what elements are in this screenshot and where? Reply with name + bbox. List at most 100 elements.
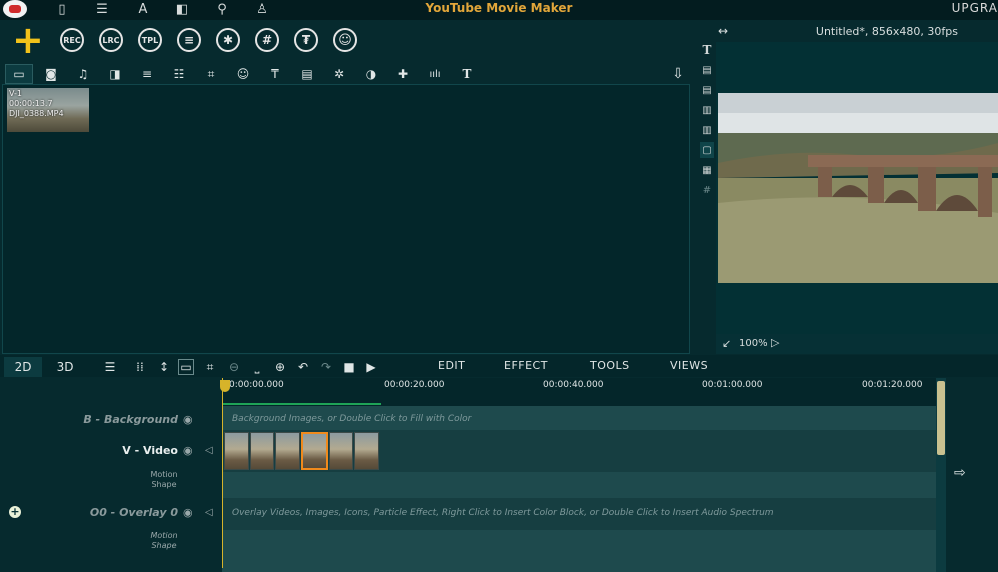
music-tab[interactable]: ♫ (69, 64, 97, 84)
particle-tab[interactable]: ✲ (325, 64, 353, 84)
background-hint: Background Images, or Double Click to Fi… (232, 414, 472, 424)
track-list-icon[interactable]: ☰ (102, 359, 118, 375)
add-media-button[interactable]: + (12, 21, 44, 59)
clip-frame (328, 432, 354, 470)
overlay-motion-lane[interactable] (222, 530, 936, 572)
motion-lane[interactable] (222, 472, 936, 498)
app-title: YouTube Movie Maker (425, 1, 573, 15)
video-tab[interactable]: ▭ (5, 64, 33, 84)
record-button[interactable]: REC (60, 28, 84, 52)
align-bottom-icon[interactable]: ▥ (700, 122, 714, 138)
play-icon[interactable]: ▶ (363, 359, 379, 375)
video-clip[interactable] (224, 432, 380, 470)
emoji-tab[interactable]: ☺ (229, 64, 257, 84)
ruler-tick-label: 00:01:20.000 (862, 380, 923, 390)
align-right-icon[interactable]: ▤ (700, 82, 714, 98)
zoom-out-icon[interactable]: ⊖ (226, 359, 242, 375)
timeline-toolbar (0, 355, 998, 377)
select-icon[interactable]: ▭ (178, 359, 194, 375)
puzzle-tab[interactable]: ✚ (389, 64, 417, 84)
list-button[interactable]: ≡ (177, 28, 201, 52)
track-name-background[interactable]: B - Background (60, 413, 178, 426)
spectrum-tab[interactable]: ıılı (421, 64, 449, 84)
speaker-icon[interactable]: ◁ (205, 445, 213, 456)
clip-frame (301, 432, 328, 470)
film-tab[interactable]: ▤ (293, 64, 321, 84)
shape-label[interactable]: Shape (144, 541, 184, 551)
frame-icon[interactable]: ▢ (700, 142, 714, 158)
photo-tab[interactable]: ◙ (37, 64, 65, 84)
ruler-tick-label: 00:01:00.000 (702, 380, 763, 390)
undo-icon[interactable]: ↶ (295, 359, 311, 375)
transition-tab[interactable]: ◨ (101, 64, 129, 84)
shrink-icon[interactable]: ↙ (722, 337, 731, 350)
shape-button[interactable]: ₮ (294, 28, 318, 52)
add-track-icon[interactable]: + (9, 506, 21, 518)
space-icon[interactable]: ⎵ (249, 359, 265, 375)
clip-frame (275, 432, 301, 470)
clip-frame (224, 432, 249, 470)
speaker-icon[interactable]: ◁ (205, 507, 213, 518)
clip-file: DJI_0388.MP4 (9, 109, 64, 118)
ruler-tick-label: 0:00:00.000 (229, 380, 284, 390)
grid-icon[interactable]: ▦ (700, 162, 714, 178)
color-tab[interactable]: ◑ (357, 64, 385, 84)
lyrics-button[interactable]: LRC (99, 28, 123, 52)
eye-icon[interactable]: ◉ (183, 444, 193, 457)
text-tool-icon[interactable]: T (700, 42, 714, 58)
play-preview-icon[interactable]: ▷ (771, 336, 779, 349)
preview-scene (718, 93, 998, 283)
tab-2d[interactable]: 2D (4, 357, 42, 377)
shape-label[interactable]: Shape (144, 480, 184, 490)
zoom-in-icon[interactable]: ⊕ (272, 359, 288, 375)
align-top-icon[interactable]: ▥ (700, 102, 714, 118)
avatar-button[interactable]: ☺ (333, 28, 357, 52)
media-library-panel (2, 84, 690, 354)
clip-frame (249, 432, 275, 470)
menu-tools[interactable]: TOOLS (590, 359, 630, 372)
tab-3d[interactable]: 3D (46, 357, 84, 377)
media-clip-thumbnail[interactable]: V-1 00:00:13.7 DJI_0388.MP4 (7, 88, 89, 132)
project-info: Untitled*, 856x480, 30fps (815, 25, 958, 38)
motion-label[interactable]: Motion (144, 531, 184, 541)
ruler-progress-bar (222, 403, 381, 405)
menu-effect[interactable]: EFFECT (504, 359, 548, 372)
menu-views[interactable]: VIEWS (670, 359, 708, 372)
redo-icon[interactable]: ↷ (318, 359, 334, 375)
template-button[interactable]: TPL (138, 28, 162, 52)
height-icon[interactable]: ↕ (156, 359, 172, 375)
ruler-tick-label: 00:00:20.000 (384, 380, 445, 390)
text-tab[interactable]: T (453, 64, 481, 84)
list-tab[interactable]: ☷ (165, 64, 193, 84)
subtitle-tab[interactable]: ≡ (133, 64, 161, 84)
grid-tab[interactable]: ⌗ (197, 64, 225, 84)
download-icon[interactable]: ⇩ (664, 64, 692, 84)
track-name-overlay[interactable]: O0 - Overlay 0 (40, 506, 178, 519)
clip-frame (354, 432, 380, 470)
upgrade-button[interactable]: UPGRA (952, 1, 998, 15)
crop-icon[interactable]: ⌗ (202, 359, 218, 375)
shape-tab[interactable]: ₸ (261, 64, 289, 84)
motion-label[interactable]: Motion (144, 470, 184, 480)
eye-icon[interactable]: ◉ (183, 413, 193, 426)
stop-icon[interactable]: ■ (341, 359, 357, 375)
preview-video-frame[interactable] (718, 93, 998, 283)
grid-button[interactable]: # (255, 28, 279, 52)
scrollbar-thumb[interactable] (937, 381, 945, 455)
playhead[interactable] (222, 378, 223, 568)
playhead-handle[interactable] (220, 380, 230, 392)
zoom-level[interactable]: 100% (739, 338, 768, 349)
track-headers (0, 406, 222, 572)
track-name-video[interactable]: V - Video (60, 444, 178, 457)
align-left-icon[interactable]: ▤ (700, 62, 714, 78)
menu-edit[interactable]: EDIT (438, 359, 465, 372)
arrow-right-icon[interactable]: ⇨ (954, 465, 966, 481)
clip-name: V-1 (9, 89, 22, 98)
clip-duration: 00:00:13.7 (9, 99, 53, 108)
dots-grid-icon[interactable]: ⁞⁞ (132, 359, 148, 375)
hash-icon[interactable]: # (700, 182, 714, 198)
overlay-hint: Overlay Videos, Images, Icons, Particle … (232, 508, 774, 518)
particle-button[interactable]: ✱ (216, 28, 240, 52)
eye-icon[interactable]: ◉ (183, 506, 193, 519)
expand-icon[interactable]: ↔ (718, 24, 728, 38)
